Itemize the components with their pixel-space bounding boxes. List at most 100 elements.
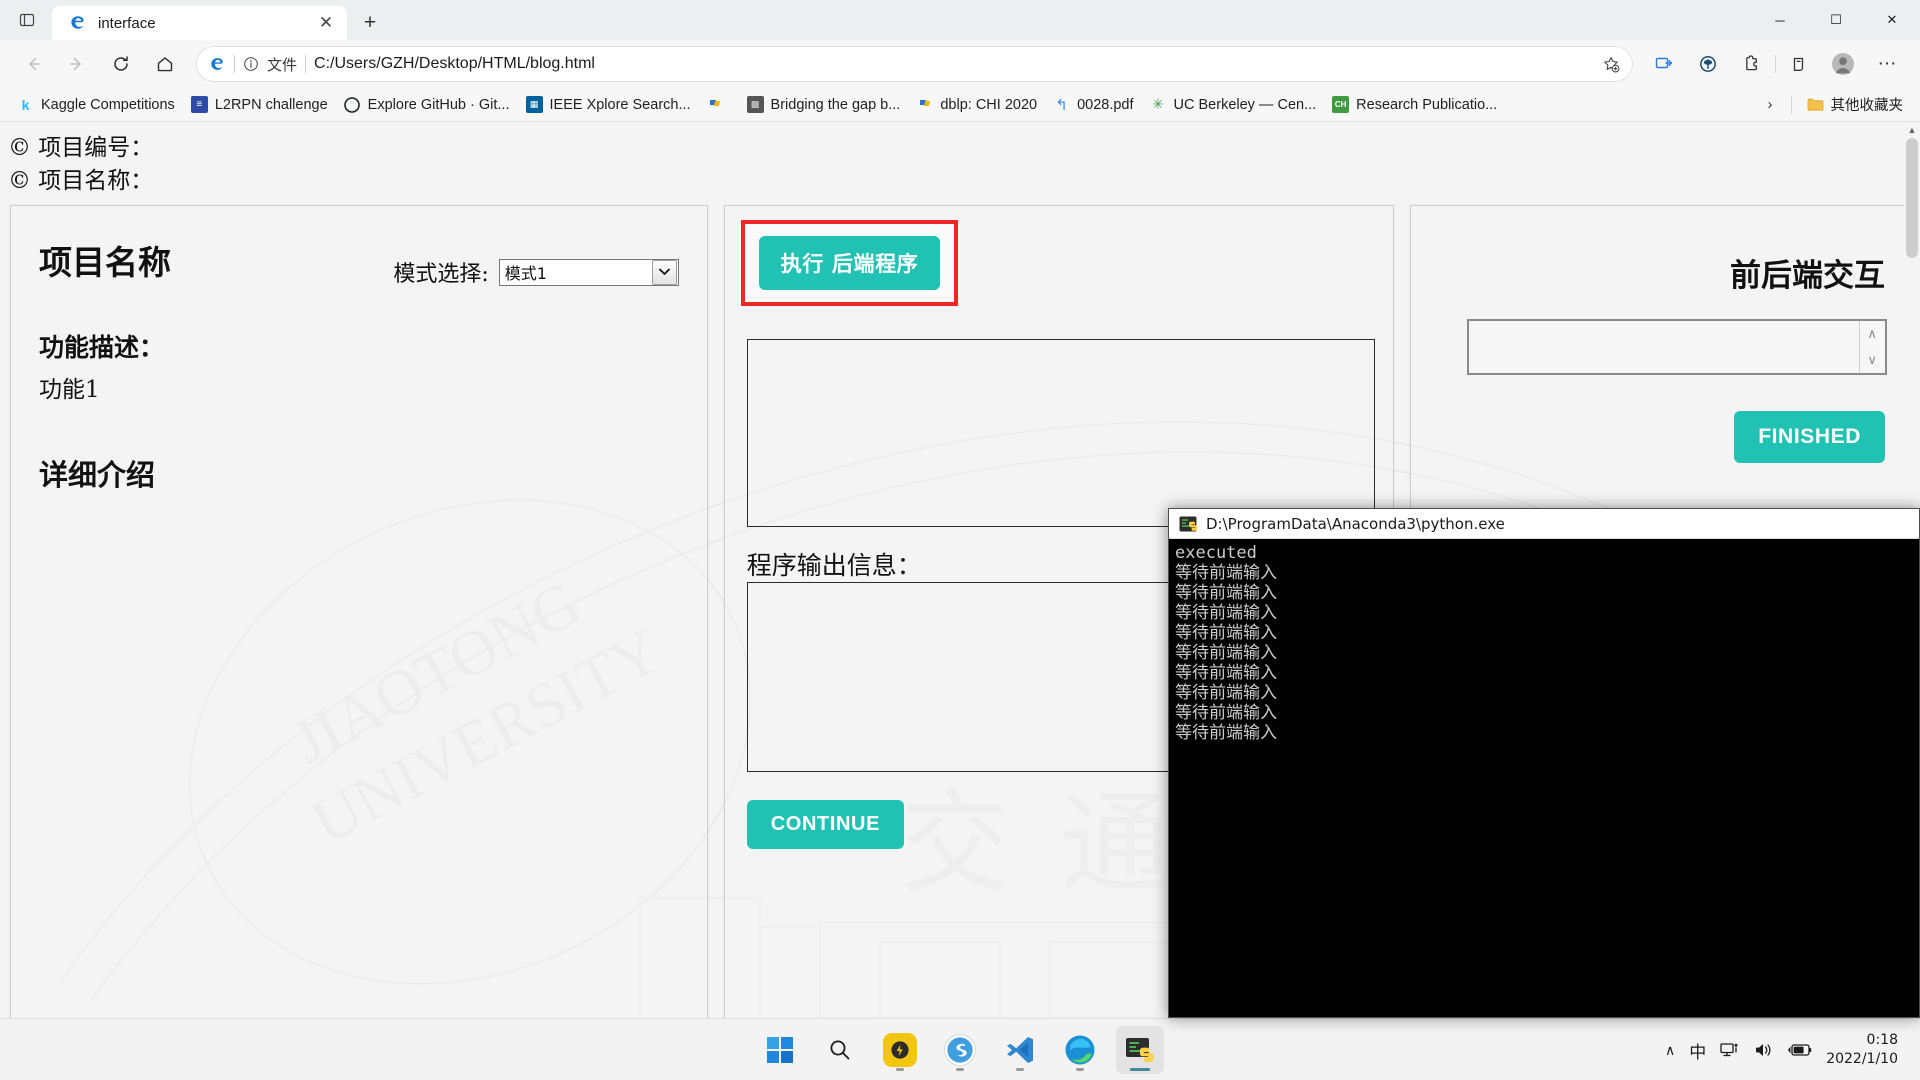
maximize-button[interactable]: ☐ [1808,0,1864,40]
taskbar-app-edge[interactable] [1056,1026,1104,1074]
minimize-button[interactable]: ─ [1752,0,1808,40]
console-line: 等待前端输入 [1175,683,1277,703]
project-info-panel: 项目名称 功能描述： 功能1 详细介绍 模式选择: 模式1 [10,205,708,1018]
omnibox-divider-2 [305,55,307,73]
ie-edge-legacy-icon [68,13,88,33]
chevron-right-icon[interactable]: › [1758,94,1783,115]
bookmark-item[interactable]: dblp: CHI 2020 [909,92,1044,117]
other-favorites-label: 其他收藏夹 [1830,98,1904,114]
clock-time: 0:18 [1866,1032,1898,1049]
ime-indicator[interactable]: 中 [1689,1038,1706,1063]
console-title-text: D:\ProgramData\Anaconda3\python.exe [1206,514,1505,533]
chevron-down-icon[interactable] [651,259,677,285]
battery-charging-icon[interactable] [1788,1042,1812,1058]
spin-down-icon[interactable]: ∨ [1860,347,1885,373]
search-button[interactable] [816,1026,864,1074]
browser-essentials-icon[interactable] [1687,45,1729,83]
bookmark-label: Research Publicatio... [1356,96,1498,113]
close-window-button[interactable]: ✕ [1864,0,1920,40]
browser-tab[interactable]: interface ✕ [52,6,347,40]
scroll-up-icon[interactable]: ▲ [1904,122,1920,138]
taskbar-app-vscode[interactable] [996,1026,1044,1074]
bookmark-item[interactable]: ✳ UC Berkeley — Cen... [1143,92,1324,117]
browser-toolbar: 文件 C:/Users/GZH/Desktop/HTML/blog.html ·… [0,40,1920,88]
other-favorites-button[interactable]: 其他收藏夹 [1800,90,1911,119]
finished-button[interactable]: FINISHED [1734,411,1885,464]
collections-icon[interactable] [1778,45,1820,83]
close-icon[interactable]: ✕ [313,10,339,36]
redirect-arrow-icon: ↰ [1055,96,1068,114]
home-button[interactable] [144,45,186,83]
window-controls: ─ ☐ ✕ [1752,0,1920,40]
bookmarks-bar: k Kaggle Competitions ≡ L2RPN challenge Ex… [0,88,1920,122]
chevron-up-icon[interactable]: ∧ [1665,1042,1675,1059]
windows-taskbar: ∧ 中 0:18 2022/1/10 [0,1018,1920,1080]
console-line: executed [1175,543,1257,563]
interaction-input-field[interactable] [1469,321,1859,373]
bookmark-item[interactable]: CH Research Publicatio... [1325,92,1504,117]
console-line: 等待前端输入 [1175,563,1277,583]
project-number-line: © 项目编号： [8,135,154,161]
berkeley-icon: ✳ [1152,96,1164,112]
bookmark-item[interactable]: ▦ IEEE Xplore Search... [519,92,698,117]
bookmark-item[interactable]: ≡ L2RPN challenge [184,92,335,117]
bookmark-label: Bridging the gap b... [770,96,901,113]
resize-spinner[interactable]: ∧ ∨ [1858,321,1885,374]
document-thumb-icon: ▩ [746,96,764,113]
tab-list-icon[interactable] [6,0,48,40]
extensions-icon[interactable] [1731,45,1773,83]
exec-highlight-box: 执行 后端程序 [740,220,959,307]
tab-title: interface [98,14,156,32]
bookmark-label: Kaggle Competitions [41,96,175,113]
toolbar-divider [1775,55,1776,73]
network-icon[interactable] [1720,1041,1740,1059]
volume-icon[interactable] [1754,1041,1774,1059]
taskbar-app-sogou[interactable] [936,1026,984,1074]
bookmark-item[interactable]: ↰ 0028.pdf [1046,92,1140,117]
ie-compat-icon [209,56,226,73]
bookmark-item[interactable]: ▩ Bridging the gap b... [740,92,908,117]
url-text[interactable]: C:/Users/GZH/Desktop/HTML/blog.html [314,55,1588,73]
bookmark-label: L2RPN challenge [214,96,328,113]
taskbar-app-yellow[interactable] [876,1026,924,1074]
refresh-button[interactable] [100,45,142,83]
add-favorite-icon[interactable] [1596,49,1626,79]
mode-select[interactable]: 模式1 [498,258,679,286]
taskbar-active-indicator [1130,1067,1150,1071]
new-tab-button[interactable]: + [353,6,387,40]
bookmark-item[interactable] [700,92,738,117]
execute-backend-button[interactable]: 执行 后端程序 [758,236,941,291]
program-input-box[interactable] [746,339,1375,528]
interaction-title: 前后端交互 [1730,258,1885,295]
project-info-content: 项目名称 功能描述： 功能1 详细介绍 [11,206,707,494]
continue-button[interactable]: CONTINUE [746,800,905,850]
console-line: 等待前端输入 [1175,663,1277,683]
python-console-window[interactable]: D:\ProgramData\Anaconda3\python.exe exec… [1168,508,1920,1018]
console-line: 等待前端输入 [1175,623,1277,643]
address-bar[interactable]: 文件 C:/Users/GZH/Desktop/HTML/blog.html [196,46,1633,82]
clock[interactable]: 0:18 2022/1/10 [1826,1031,1898,1069]
research-icon: CH [1332,96,1350,113]
spin-up-icon[interactable]: ∧ [1860,321,1885,347]
feature-heading: 功能描述： [39,333,165,363]
settings-and-more-button[interactable]: ··· [1866,45,1908,83]
bookmark-item[interactable]: Explore GitHub · Git... [337,92,517,117]
taskbar-app-python[interactable] [1116,1025,1164,1074]
scrollbar-thumb[interactable] [1906,138,1918,258]
file-scheme-label: 文件 [267,56,298,74]
console-line: 等待前端输入 [1175,703,1277,723]
back-button[interactable] [12,45,54,83]
bookmark-label: UC Berkeley — Cen... [1173,96,1317,113]
profile-avatar[interactable] [1822,45,1864,83]
bookmark-flag-icon [916,96,933,113]
bookmark-flag-icon [707,96,724,113]
start-button[interactable] [756,1026,804,1074]
taskbar-running-indicator [1076,1067,1084,1071]
info-icon[interactable] [243,56,259,72]
bookmark-label: IEEE Xplore Search... [549,96,691,113]
forward-button[interactable] [56,45,98,83]
console-line: 等待前端输入 [1175,643,1277,663]
interaction-input[interactable]: ∧ ∨ [1466,319,1887,376]
bookmark-item[interactable]: k Kaggle Competitions [10,92,182,117]
split-screen-icon[interactable] [1643,45,1685,83]
